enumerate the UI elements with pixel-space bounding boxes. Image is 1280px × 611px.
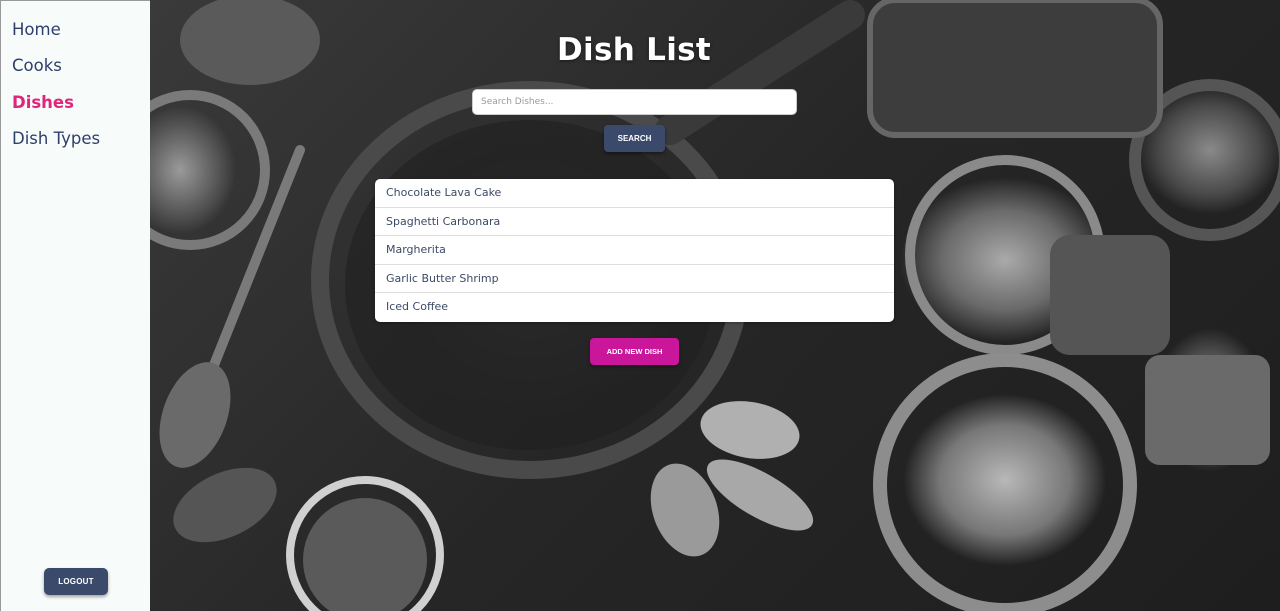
list-item[interactable]: Garlic Butter Shrimp [375, 265, 894, 294]
logout-button[interactable]: LOGOUT [44, 568, 108, 595]
main-content: Dish List SEARCH Chocolate Lava Cake Spa… [150, 0, 1280, 611]
list-item[interactable]: Margherita [375, 236, 894, 265]
sidebar-item-home[interactable]: Home [1, 19, 150, 55]
add-new-dish-button[interactable]: ADD NEW DISH [590, 338, 679, 365]
sidebar-item-dish-types[interactable]: Dish Types [1, 128, 150, 164]
sidebar: Home Cooks Dishes Dish Types LOGOUT [0, 0, 150, 611]
sidebar-item-dishes[interactable]: Dishes [1, 92, 150, 128]
search-button[interactable]: SEARCH [604, 125, 665, 152]
list-item[interactable]: Spaghetti Carbonara [375, 208, 894, 237]
page-title: Dish List [556, 32, 712, 68]
sidebar-nav: Home Cooks Dishes Dish Types [1, 1, 150, 164]
sidebar-item-cooks[interactable]: Cooks [1, 55, 150, 91]
search-input[interactable] [472, 89, 797, 115]
dish-list: Chocolate Lava Cake Spaghetti Carbonara … [375, 179, 894, 322]
list-item[interactable]: Iced Coffee [375, 293, 894, 322]
list-item[interactable]: Chocolate Lava Cake [375, 179, 894, 208]
